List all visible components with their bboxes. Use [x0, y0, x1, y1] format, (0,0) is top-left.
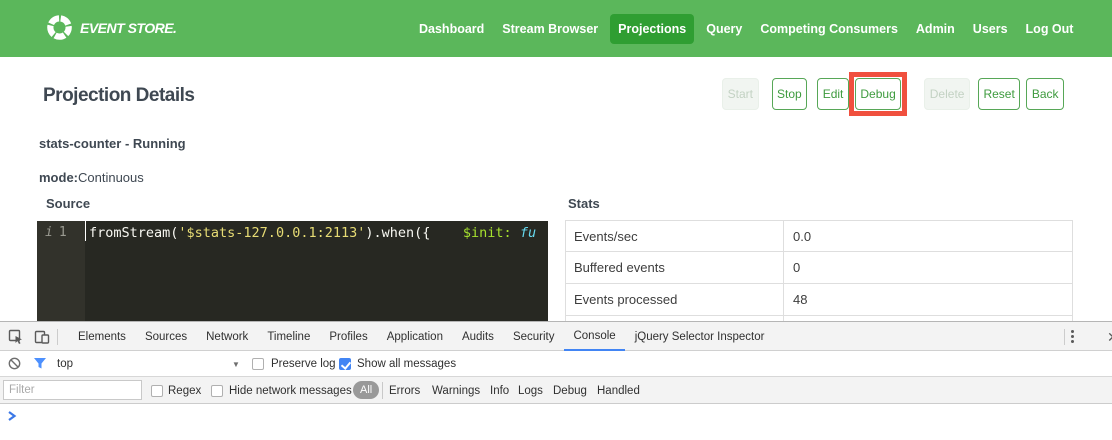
stat-label: Events/sec: [566, 221, 784, 251]
tab-audits[interactable]: Audits: [452, 322, 503, 351]
devtools-panel: Elements Sources Network Timeline Profil…: [0, 321, 1112, 440]
stats-label: Stats: [568, 196, 600, 211]
regex-label: Regex: [168, 377, 201, 404]
filter-logs[interactable]: Logs: [518, 377, 543, 404]
code-key: $init:: [463, 225, 512, 241]
nav-item-users[interactable]: Users: [964, 22, 1017, 36]
filter-warnings[interactable]: Warnings: [432, 377, 480, 404]
nav-item-projections[interactable]: Projections: [610, 14, 694, 44]
source-label: Source: [46, 196, 90, 211]
start-button[interactable]: Start: [722, 78, 758, 110]
stats-table: Events/sec 0.0 Buffered events 0 Events …: [565, 220, 1073, 321]
code-keyword: fu: [520, 225, 536, 241]
code-gap: [430, 225, 463, 241]
tab-application[interactable]: Application: [377, 322, 452, 351]
show-all-messages-label: Show all messages: [357, 351, 456, 377]
tab-profiles[interactable]: Profiles: [320, 322, 377, 351]
nav-item-stream-browser[interactable]: Stream Browser: [493, 22, 607, 36]
toolbar-separator: [1064, 329, 1065, 345]
nav-item-dashboard[interactable]: Dashboard: [410, 22, 493, 36]
reset-button[interactable]: Reset: [978, 78, 1020, 110]
back-button[interactable]: Back: [1026, 78, 1064, 110]
gutter-fold-icon: i: [45, 225, 53, 240]
context-dropdown-arrow-icon[interactable]: ▼: [232, 351, 240, 377]
tab-elements[interactable]: Elements: [69, 322, 136, 351]
stat-value: 0.0: [784, 221, 1072, 251]
table-row: Events processed 48: [565, 284, 1073, 316]
stop-button[interactable]: Stop: [772, 78, 808, 110]
tab-sources[interactable]: Sources: [135, 322, 196, 351]
mode-label: mode:: [39, 170, 78, 185]
devtools-tabs: Elements Sources Network Timeline Profil…: [69, 322, 774, 351]
source-code-editor[interactable]: i1 fromStream('$stats-127.0.0.1:2113').w…: [37, 221, 548, 321]
filter-input[interactable]: [3, 380, 142, 400]
nav-item-admin[interactable]: Admin: [907, 22, 964, 36]
device-toolbar-icon[interactable]: [34, 329, 50, 345]
code-line: fromStream('$stats-127.0.0.1:2113').when…: [85, 221, 536, 241]
nav-item-competing-consumers[interactable]: Competing Consumers: [751, 22, 907, 36]
mode-value: Continuous: [78, 170, 144, 185]
filter-funnel-icon[interactable]: [33, 357, 47, 370]
console-prompt-icon[interactable]: [7, 411, 17, 421]
filter-info[interactable]: Info: [490, 377, 509, 404]
code-string: '$stats-127.0.0.1:2113': [178, 225, 365, 241]
filter-all-pill[interactable]: All: [353, 381, 379, 399]
toolbar-separator: [57, 329, 58, 345]
regex-checkbox[interactable]: [151, 377, 163, 404]
projection-status: stats-counter - Running: [39, 136, 186, 151]
console-toolbar: top ▼ Preserve log Show all messages: [0, 351, 1112, 377]
table-row: Events/sec 0.0: [565, 220, 1073, 252]
tab-console[interactable]: Console: [564, 322, 625, 351]
code-fn: fromStream(: [89, 225, 178, 241]
navbar: EVENT STORE. Dashboard Stream Browser Pr…: [0, 0, 1112, 57]
preserve-log-checkbox[interactable]: [252, 351, 264, 377]
debug-annotation-box: Debug: [849, 72, 907, 116]
nav-item-logout[interactable]: Log Out: [1017, 22, 1083, 36]
devtools-tabbar: Elements Sources Network Timeline Profil…: [0, 321, 1112, 351]
tab-network[interactable]: Network: [197, 322, 258, 351]
code-mid: ).when({: [365, 225, 430, 241]
event-store-logo-icon: [46, 14, 73, 41]
stat-label: Buffered events: [566, 252, 784, 283]
line-number: 1: [59, 225, 67, 240]
devtools-close-icon[interactable]: ✕: [1107, 329, 1112, 346]
page-title: Projection Details: [43, 85, 195, 107]
filter-separator: [382, 382, 383, 399]
console-filter-bar: Regex Hide network messages All Errors W…: [0, 377, 1112, 404]
edit-button[interactable]: Edit: [817, 78, 849, 110]
hide-network-label: Hide network messages: [229, 377, 352, 404]
clear-console-icon[interactable]: [8, 357, 21, 370]
brand-text: EVENT STORE.: [80, 20, 176, 36]
projection-mode: mode:Continuous: [39, 170, 144, 185]
execution-context-selector[interactable]: top: [57, 351, 73, 377]
code-sep: [512, 225, 520, 241]
table-row: Buffered events 0: [565, 252, 1073, 284]
filter-handled[interactable]: Handled: [597, 377, 640, 404]
filter-debug[interactable]: Debug: [553, 377, 587, 404]
projection-actions: Start Stop Edit Debug Delete Reset Back: [722, 72, 1064, 116]
stat-value: 48: [784, 284, 1072, 315]
inspect-element-icon[interactable]: [8, 329, 24, 345]
stat-value: 0: [784, 252, 1072, 283]
nav-list: Dashboard Stream Browser Projections Que…: [410, 0, 1082, 57]
brand[interactable]: EVENT STORE.: [46, 14, 176, 41]
preserve-log-label: Preserve log: [271, 351, 336, 377]
stat-label: Events processed: [566, 284, 784, 315]
hide-network-checkbox[interactable]: [211, 377, 223, 404]
delete-button[interactable]: Delete: [924, 78, 970, 110]
editor-gutter: i1: [37, 221, 85, 321]
tab-jquery-selector-inspector[interactable]: jQuery Selector Inspector: [625, 322, 774, 351]
tab-timeline[interactable]: Timeline: [258, 322, 320, 351]
show-all-messages-checkbox[interactable]: [339, 351, 351, 377]
tab-security[interactable]: Security: [503, 322, 564, 351]
filter-errors[interactable]: Errors: [389, 377, 420, 404]
debug-button[interactable]: Debug: [855, 78, 901, 110]
nav-item-query[interactable]: Query: [697, 22, 751, 36]
devtools-menu-icon[interactable]: [1071, 330, 1075, 344]
